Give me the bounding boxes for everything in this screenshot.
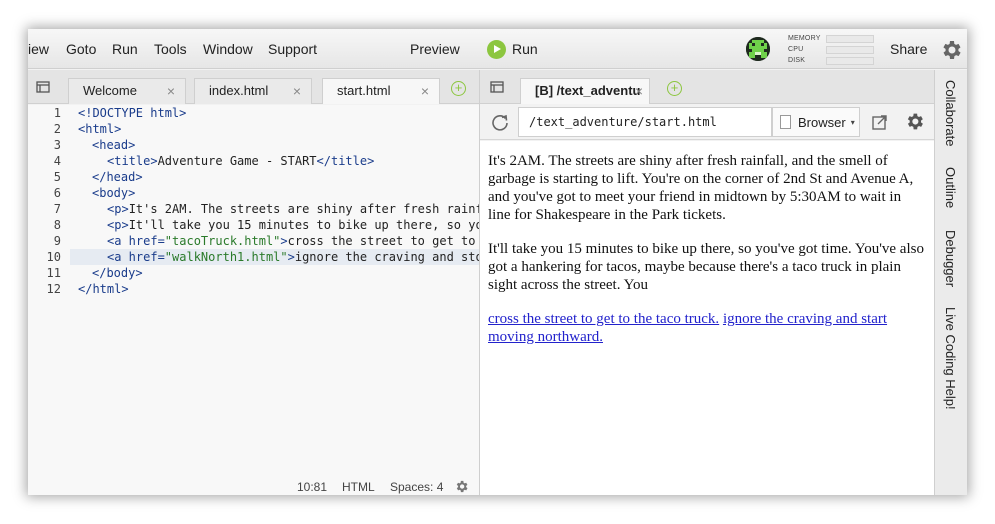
code-line: <p>It'll take you 15 minutes to bike up … [107, 218, 483, 232]
list-icon[interactable] [490, 80, 504, 94]
line-number: 2 [53, 122, 61, 136]
line-number: 5 [53, 170, 61, 184]
code-line: <a href="tacoTruck.html">cross the stree… [107, 234, 476, 248]
line-number: 10 [46, 250, 61, 264]
code-line: </body> [92, 266, 143, 280]
indent-setting[interactable]: Spaces: 4 [390, 480, 443, 494]
tab-label: [B] /text_adventu [535, 83, 641, 98]
line-number: 1 [53, 106, 61, 120]
close-icon[interactable]: × [167, 79, 175, 103]
menu-goto[interactable]: Goto [66, 41, 96, 57]
sidebar-item-debugger[interactable]: Debugger [943, 230, 958, 287]
cursor-position[interactable]: 10:81 [297, 480, 327, 494]
line-number: 6 [53, 186, 61, 200]
line-gutter: 1 2 3 4 5 6 7 8 9 10 11 12 [28, 105, 70, 495]
code-line: <!DOCTYPE html> [78, 106, 187, 120]
code-line: </head> [92, 170, 143, 184]
code-line: <head> [92, 138, 136, 152]
gear-icon[interactable] [454, 479, 469, 494]
menu-support[interactable]: Support [268, 41, 317, 57]
preview-page: It's 2AM. The streets are shiny after fr… [480, 141, 934, 495]
language-mode[interactable]: HTML [342, 480, 375, 494]
line-number: 9 [53, 234, 61, 248]
chevron-down-icon: ▾ [850, 117, 855, 127]
sidebar-item-outline[interactable]: Outline [943, 167, 958, 208]
choice-links: cross the street to get to the taco truc… [488, 310, 926, 346]
code-line-current: <a href="walkNorth1.html">ignore the cra… [107, 250, 483, 264]
tab-label: index.html [209, 83, 269, 98]
line-number: 3 [53, 138, 61, 152]
editor-tab-bar: Welcome × index.html × start.html × + [28, 70, 479, 104]
sidebar-item-collaborate[interactable]: Collaborate [943, 80, 958, 147]
run-button[interactable]: Run [487, 38, 538, 60]
story-paragraph: It'll take you 15 minutes to bike up the… [488, 241, 924, 293]
tab-preview[interactable]: [B] /text_adventu × [520, 78, 650, 104]
url-input[interactable] [518, 107, 772, 137]
close-icon[interactable]: × [635, 79, 643, 103]
list-icon[interactable] [36, 80, 50, 94]
right-sidebar: Collaborate Outline Debugger Live Coding… [934, 70, 967, 495]
tab-label: start.html [337, 83, 391, 98]
add-tab-icon[interactable]: + [667, 81, 682, 96]
code-editor[interactable]: 1 2 3 4 5 6 7 8 9 10 11 12 <!DOCTYPE htm… [28, 105, 483, 495]
cpu-label: CPU [788, 46, 804, 53]
code-line: <p>It's 2AM. The streets are shiny after… [107, 202, 483, 216]
disk-bar [826, 56, 874, 65]
menu-window[interactable]: Window [203, 41, 253, 57]
disk-label: DISK [788, 57, 806, 64]
code-line: <body> [92, 186, 136, 200]
menu-tools[interactable]: Tools [154, 41, 187, 57]
tab-index-html[interactable]: index.html × [194, 78, 312, 104]
preview-button[interactable]: Preview [410, 41, 460, 57]
preview-toolbar: Browser ▾ [480, 104, 934, 140]
line-number: 11 [46, 266, 61, 280]
run-label: Run [512, 41, 538, 57]
browser-label: Browser [798, 114, 846, 130]
resource-monitor: MEMORY CPU DISK [788, 33, 876, 66]
story-paragraph: It's 2AM. The streets are shiny after fr… [488, 153, 914, 223]
line-number: 7 [53, 202, 61, 216]
reload-icon[interactable] [490, 112, 510, 132]
gear-icon[interactable] [904, 111, 925, 132]
menu-view[interactable]: iew [28, 41, 49, 57]
code-line: </html> [78, 282, 129, 296]
cpu-bar [826, 45, 874, 54]
close-icon[interactable]: × [293, 79, 301, 103]
page-icon [780, 115, 791, 129]
menu-bar: iew Goto Run Tools Window Support Previe… [28, 29, 967, 69]
close-icon[interactable]: × [421, 79, 429, 103]
link-taco-truck[interactable]: cross the street to get to the taco truc… [488, 311, 719, 327]
avatar[interactable] [746, 37, 770, 61]
editor-status-bar: 10:81 HTML Spaces: 4 [28, 477, 479, 495]
code-line: <html> [78, 122, 122, 136]
tab-label: Welcome [83, 83, 137, 98]
menu-run[interactable]: Run [112, 41, 138, 57]
line-number: 8 [53, 218, 61, 232]
memory-label: MEMORY [788, 35, 821, 42]
memory-bar [826, 34, 874, 43]
preview-tab-bar: [B] /text_adventu × + [480, 70, 934, 104]
code-line: <title>Adventure Game - START</title> [107, 154, 375, 168]
line-number: 4 [53, 154, 61, 168]
popout-icon[interactable] [870, 112, 890, 132]
line-number: 12 [46, 282, 61, 296]
add-tab-icon[interactable]: + [451, 81, 466, 96]
gear-icon[interactable] [939, 38, 963, 62]
browser-select[interactable]: Browser ▾ [772, 107, 860, 137]
sidebar-item-live-coding-help[interactable]: Live Coding Help! [943, 307, 958, 410]
tab-welcome[interactable]: Welcome × [68, 78, 186, 104]
share-button[interactable]: Share [890, 41, 927, 57]
play-icon [487, 39, 506, 59]
tab-start-html[interactable]: start.html × [322, 78, 440, 104]
ide-window: iew Goto Run Tools Window Support Previe… [28, 29, 967, 495]
